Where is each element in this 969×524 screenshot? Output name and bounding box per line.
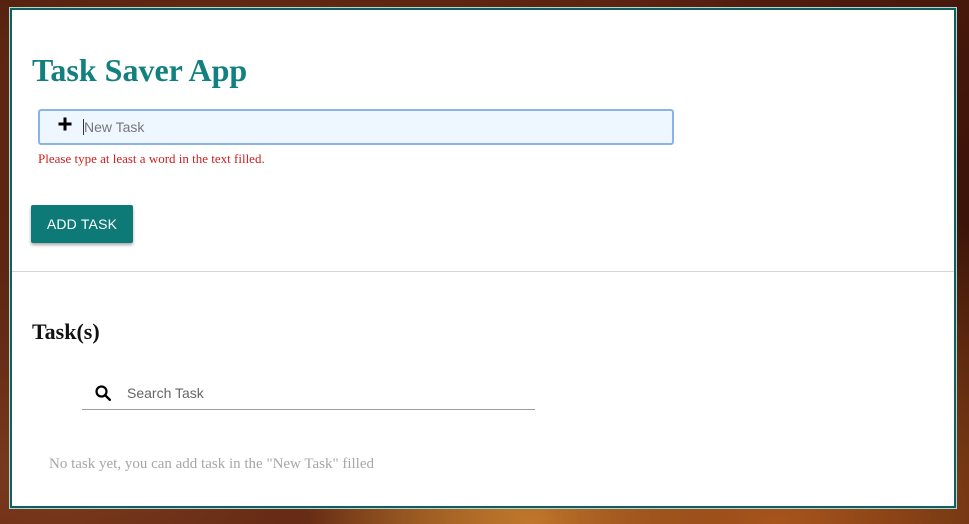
text-caret <box>83 119 84 135</box>
add-task-button[interactable]: ADD TASK <box>31 205 133 243</box>
search-icon <box>95 385 112 402</box>
validation-error: Please type at least a word in the text … <box>38 151 265 166</box>
section-divider <box>12 271 954 272</box>
search-field[interactable] <box>82 376 535 410</box>
new-task-field[interactable] <box>38 109 674 145</box>
search-input[interactable] <box>127 383 517 403</box>
empty-tasks-message: No task yet, you can add task in the "Ne… <box>49 456 375 472</box>
app-title: Task Saver App <box>32 52 248 88</box>
plus-icon <box>58 117 72 131</box>
tasks-heading: Task(s) <box>32 319 100 344</box>
app-card: Task Saver App Please type at least a wo… <box>10 8 956 508</box>
new-task-input[interactable] <box>84 117 644 137</box>
